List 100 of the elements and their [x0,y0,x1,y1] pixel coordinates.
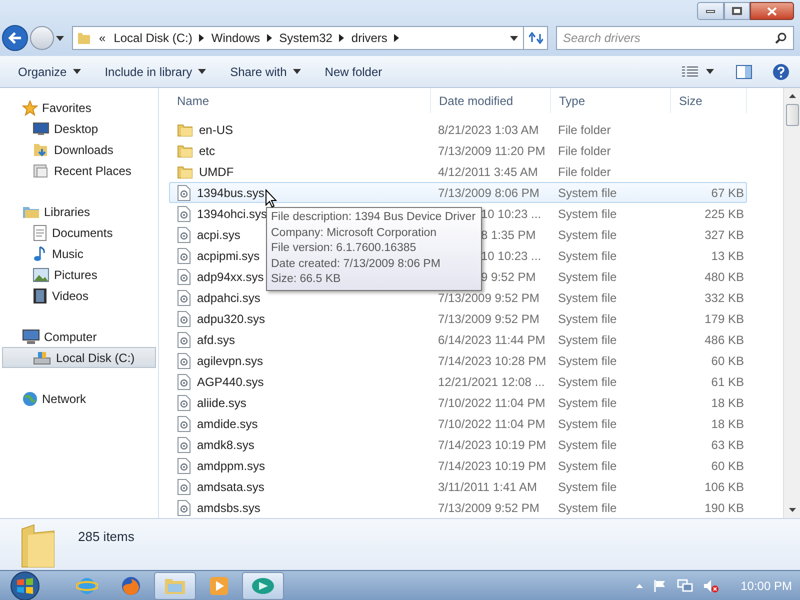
breadcrumb[interactable]: Local Disk (C:) [110,29,196,47]
system-file-icon [177,268,191,284]
nav-item[interactable]: Desktop [2,118,156,139]
breadcrumb[interactable]: « [95,29,110,47]
nav-group-item[interactable]: Favorites [2,97,156,118]
system-file-icon [177,184,191,200]
file-name[interactable]: acpi.sys [197,226,240,244]
size-cell: 60 KB [711,354,744,368]
size-cell: 63 KB [711,438,744,452]
minimize-button[interactable] [697,2,724,20]
breadcrumb[interactable]: Windows [207,29,264,47]
taskbar-app-button[interactable] [154,572,196,600]
file-name[interactable]: adpu320.sys [197,310,266,328]
file-name[interactable]: amdk8.sys [197,436,254,454]
chevron-right-icon [267,34,272,42]
nav-item[interactable]: Downloads [2,139,156,160]
media-player-icon [209,576,229,596]
file-name[interactable]: acpipmi.sys [197,246,260,264]
help-icon [772,62,790,80]
nav-item[interactable]: Local Disk (C:) [2,347,156,368]
size-cell: 13 KB [711,248,744,262]
file-name[interactable]: etc [199,142,216,160]
size-cell: 61 KB [711,374,744,388]
downloads-folder-icon [33,142,49,158]
nav-item[interactable]: Recent Places [2,160,156,181]
scrollbar[interactable] [783,88,800,518]
toolbar-button[interactable]: Share with [220,58,311,84]
address-bar[interactable]: « Local Disk (C:) Windows System32 drivers [72,26,548,50]
toolbar-button[interactable]: Include in library [94,58,216,84]
tooltip-line: Date created: 7/13/2009 8:06 PM [271,256,442,272]
file-name[interactable]: aliide.sys [197,394,246,412]
file-name[interactable]: agilevpn.sys [197,352,264,370]
taskbar-app-button[interactable] [242,572,284,600]
size-cell: 225 KB [704,206,744,220]
column-header[interactable]: Name [169,88,431,113]
caret-icon [510,36,518,40]
nav-item[interactable]: Documents [2,222,156,243]
maximize-button[interactable] [724,2,750,20]
back-button[interactable] [2,25,28,51]
folder-icon [177,122,193,138]
nav-group-item[interactable]: Libraries [2,201,156,222]
fox-globe-icon [120,574,142,596]
file-row[interactable]: 1394bus.sys 7/13/2009 8:06 PM System file 67 KB [169,182,747,203]
start-button[interactable] [8,570,42,600]
muted-speaker-icon[interactable] [702,578,719,592]
file-name[interactable]: adpahci.sys [197,288,260,306]
system-file-icon [177,500,191,516]
date-cell: 7/10/2022 11:04 PM [438,396,546,410]
breadcrumb[interactable]: drivers [347,29,392,47]
nav-item[interactable]: Pictures [2,264,156,285]
nav-group-item[interactable]: Computer [2,326,156,347]
item-count: 285 items [78,528,134,546]
document-icon [33,224,47,240]
close-button[interactable] [750,2,794,20]
date-cell: 10 10:23 ... [481,206,542,220]
file-name[interactable]: 1394bus.sys [197,184,264,202]
chevron-right-icon [199,34,204,42]
mouse-pointer-icon [265,189,277,208]
windows-logo-icon [9,570,41,600]
type-cell: System file [558,500,617,514]
file-name[interactable]: adp94xx.sys [197,268,264,286]
desktop-icon [33,122,49,136]
size-cell: 60 KB [711,458,744,472]
system-file-icon [177,352,191,368]
system-file-icon [177,416,191,432]
date-cell: 7/14/2023 10:28 PM [438,354,546,368]
type-cell: System file [558,374,617,388]
flag-icon[interactable] [652,578,667,592]
search-icon [775,32,787,44]
date-cell: 7/13/2009 9:52 PM [438,500,540,514]
size-cell: 190 KB [704,500,744,514]
column-header[interactable]: Size [671,88,747,113]
file-name[interactable]: amdsata.sys [197,478,264,496]
scroll-thumb[interactable] [786,104,798,126]
chevron-right-icon [339,34,344,42]
toolbar-button[interactable]: New folder [314,58,392,84]
size-cell: 480 KB [704,270,744,284]
date-cell: 7/14/2023 10:19 PM [438,458,546,472]
breadcrumb[interactable]: System32 [275,29,336,47]
nav-group-item[interactable]: Network [2,388,156,409]
system-file-icon [177,374,191,390]
file-name[interactable]: AGP440.sys [197,372,264,390]
file-name[interactable]: 1394ohci.sys [197,204,268,222]
network-icon[interactable] [676,578,693,592]
file-name[interactable]: UMDF [199,162,234,180]
nav-item[interactable]: Music [2,243,156,264]
toolbar-button[interactable]: Organize [8,58,91,84]
size-cell: 18 KB [711,416,744,430]
file-name[interactable]: amdsbs.sys [197,498,260,516]
recent-pages-button[interactable] [56,36,66,40]
file-name[interactable]: afd.sys [197,330,236,348]
file-name[interactable]: amdide.sys [197,414,258,432]
file-name[interactable]: en-US [199,120,234,138]
star-icon [22,100,38,116]
file-name[interactable]: amdppm.sys [197,456,266,474]
nav-item[interactable]: Videos [2,285,156,306]
column-header[interactable]: Date modified [431,88,551,113]
column-header[interactable]: Type [551,88,671,113]
search-field[interactable]: Search drivers [556,26,794,50]
type-cell: System file [558,480,617,494]
